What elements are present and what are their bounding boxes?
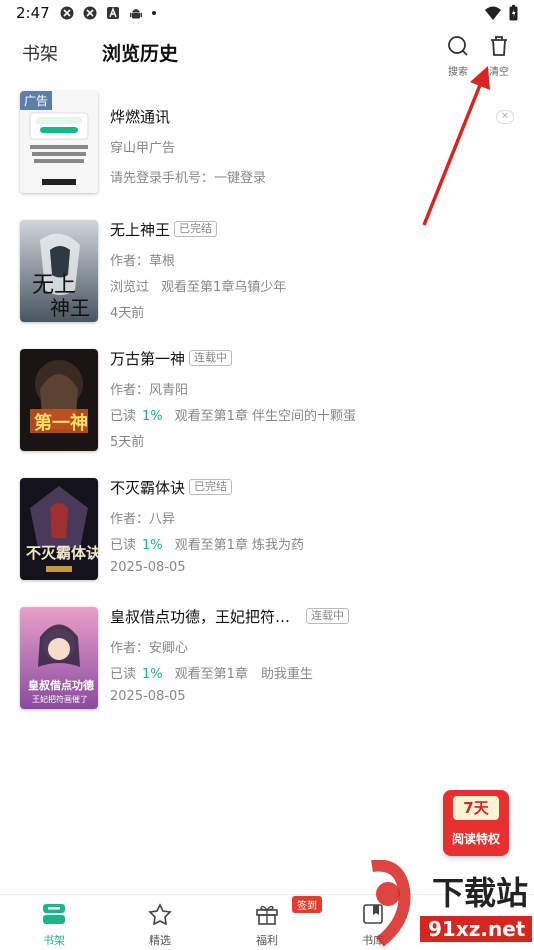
progress-percent: 1% (142, 409, 163, 424)
sign-in-badge: 签到 (292, 896, 322, 913)
nav-label: 福利 (256, 934, 278, 947)
nav-label: 精选 (149, 934, 171, 947)
list-item[interactable]: 皇叔借点功德 王妃把符画催了 皇叔借点功德，王妃把符… 连载中 作者：安卿心 已… (0, 604, 534, 710)
book-author: 作者：安卿心 (110, 641, 189, 656)
promo-days: 7天 (453, 796, 499, 820)
svg-text:皇叔借点功德: 皇叔借点功德 (28, 678, 94, 692)
wifi-icon (485, 6, 501, 20)
watermark-main: 下载站 (432, 874, 528, 912)
nav-featured[interactable]: 精选 (130, 903, 190, 948)
book-time: 4天前 (110, 306, 145, 321)
status-icons (60, 6, 156, 20)
book-time: 5天前 (110, 435, 145, 450)
status-badge: 连载中 (306, 608, 350, 624)
status-badge: 连载中 (189, 350, 233, 366)
book-progress: 已读 1% 观看至第1章 伴生空间的十颗蛋 (110, 405, 500, 424)
a-icon (107, 7, 119, 19)
star-icon (148, 903, 172, 926)
nav-label: 书架 (43, 934, 65, 947)
app-icon (83, 6, 97, 20)
book-title: 无上神王 (110, 220, 171, 239)
cover-image: 不灭霸体诀 (20, 478, 98, 580)
progress-percent: 1% (142, 667, 163, 682)
progress-percent: 1% (142, 538, 163, 553)
book-progress: 浏览过 观看至第1章乌镇少年 (110, 276, 500, 295)
nav-bookshelf[interactable]: 书架 (24, 903, 84, 948)
progress-prefix: 已读 (110, 409, 137, 424)
ad-title: 烨燃通讯 (110, 107, 171, 126)
book-cover: 不灭霸体诀 (20, 478, 98, 580)
book-info: 不灭霸体诀 已完结 作者：八异 已读 1% 观看至第1章 炼我为药 2025-08-… (110, 475, 500, 577)
gift-icon (256, 905, 278, 925)
book-cover: 皇叔借点功德 王妃把符画催了 (20, 607, 98, 709)
book-time: 2025-08-05 (110, 689, 186, 704)
nav-welfare[interactable]: 福利 (237, 903, 297, 948)
book-time: 2025-08-05 (110, 560, 186, 575)
progress-text: 观看至第1章 助我重生 (174, 667, 313, 682)
battery-icon (509, 5, 518, 21)
status-icons-right (485, 5, 518, 21)
svg-text:神王: 神王 (50, 296, 90, 320)
status-time: 2:47 (16, 4, 50, 22)
book-info: 万古第一神 连载中 作者：风青阳 已读 1% 观看至第1章 伴生空间的十颗蛋 5天前 (110, 346, 500, 451)
book-author: 作者：风青阳 (110, 383, 189, 398)
notification-dot (152, 11, 156, 15)
cover-image: 皇叔借点功德 王妃把符画催了 (20, 607, 98, 709)
book-title: 皇叔借点功德，王妃把符… (110, 607, 291, 626)
progress-prefix: 已读 (110, 667, 137, 682)
list-item[interactable]: 不灭霸体诀 不灭霸体诀 已完结 作者：八异 已读 1% 观看至第1章 炼我为药 20… (0, 475, 534, 581)
book-cover: 无上 神王 (20, 220, 98, 322)
book-progress: 已读 1% 观看至第1章 助我重生 (110, 663, 500, 682)
book-title: 不灭霸体诀 (110, 478, 186, 497)
status-badge: 已完结 (174, 221, 218, 237)
cover-image: 第一神 (20, 349, 98, 451)
progress-prefix: 浏览过 (110, 280, 150, 295)
progress-text: 观看至第1章乌镇少年 (161, 280, 287, 295)
tab-bookshelf[interactable]: 书架 (22, 40, 58, 66)
app-icon (60, 6, 74, 20)
svg-text:不灭霸体诀: 不灭霸体诀 (26, 544, 98, 562)
annotation-arrow (422, 66, 490, 226)
book-author: 作者：八异 (110, 512, 176, 527)
svg-text:王妃把符画催了: 王妃把符画催了 (32, 694, 88, 704)
android-icon (130, 9, 142, 19)
search-icon (448, 36, 468, 56)
book-info: 皇叔借点功德，王妃把符… 连载中 作者：安卿心 已读 1% 观看至第1章 助我重生 … (110, 604, 500, 706)
site-watermark: 下载站 91xz.net (371, 860, 532, 947)
tab-browse-history[interactable]: 浏览历史 (102, 39, 178, 66)
progress-text: 观看至第1章 炼我为药 (174, 538, 305, 553)
progress-prefix: 已读 (110, 538, 137, 553)
ad-cover: 广告 (20, 91, 98, 193)
book-author: 作者：草根 (110, 254, 176, 269)
svg-text:无上: 无上 (32, 273, 76, 298)
promo-label: 阅读特权 (451, 832, 500, 846)
status-bar: 2:47 (0, 0, 534, 28)
list-item[interactable]: 第一神 万古第一神 连载中 作者：风青阳 已读 1% 观看至第1章 伴生空间的十颗蛋… (0, 346, 534, 452)
book-title: 万古第一神 (110, 349, 186, 368)
app-screen: 2:47 书架 浏览历史 搜索 清空 广告 烨燃通讯 穿山甲广告 请先登录手机号… (0, 0, 534, 950)
watermark-site: 91xz.net (428, 917, 526, 941)
book-progress: 已读 1% 观看至第1章 炼我为药 (110, 534, 500, 553)
cover-image: 无上 神王 (20, 220, 98, 322)
svg-text:第一神: 第一神 (34, 412, 88, 434)
status-badge: 已完结 (189, 479, 233, 495)
bookshelf-icon (43, 904, 65, 924)
reading-privilege-badge[interactable]: 7天 阅读特权 (443, 790, 509, 856)
progress-text: 观看至第1章 伴生空间的十颗蛋 (174, 409, 357, 424)
trash-icon (491, 36, 507, 56)
ad-tag: 广告 (20, 91, 53, 110)
book-cover: 第一神 (20, 349, 98, 451)
